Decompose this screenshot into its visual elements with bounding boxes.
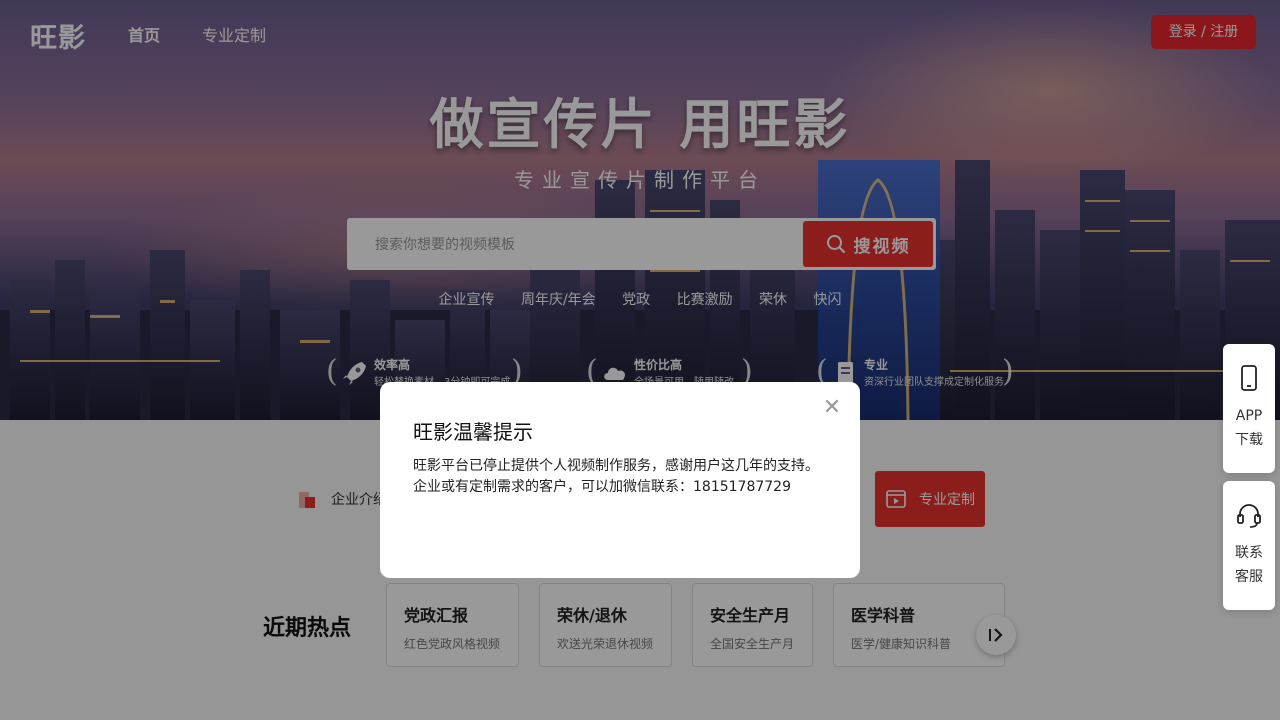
modal-title: 旺影温馨提示 bbox=[413, 420, 533, 444]
service-label: 客服 bbox=[1235, 569, 1263, 585]
modal-overlay[interactable] bbox=[0, 0, 1280, 720]
headset-icon bbox=[1237, 504, 1261, 528]
contact-label: 联系 bbox=[1235, 545, 1263, 561]
modal-text-line: 旺影平台已停止提供个人视频制作服务，感谢用户这几年的支持。 bbox=[413, 458, 819, 474]
customer-service-widget[interactable]: 联系 客服 bbox=[1223, 481, 1275, 610]
download-label: 下载 bbox=[1235, 432, 1263, 448]
phone-icon bbox=[1241, 365, 1257, 391]
modal-body: 旺影平台已停止提供个人视频制作服务，感谢用户这几年的支持。 企业或有定制需求的客… bbox=[413, 456, 843, 498]
close-icon[interactable]: ✕ bbox=[821, 397, 843, 419]
notice-modal: ✕ 旺影温馨提示 旺影平台已停止提供个人视频制作服务，感谢用户这几年的支持。 企… bbox=[380, 382, 860, 578]
modal-text-line: 企业或有定制需求的客户，可以加微信联系：18151787729 bbox=[413, 479, 791, 495]
app-label: APP bbox=[1235, 408, 1263, 424]
app-download-widget[interactable]: APP 下载 bbox=[1223, 344, 1275, 473]
